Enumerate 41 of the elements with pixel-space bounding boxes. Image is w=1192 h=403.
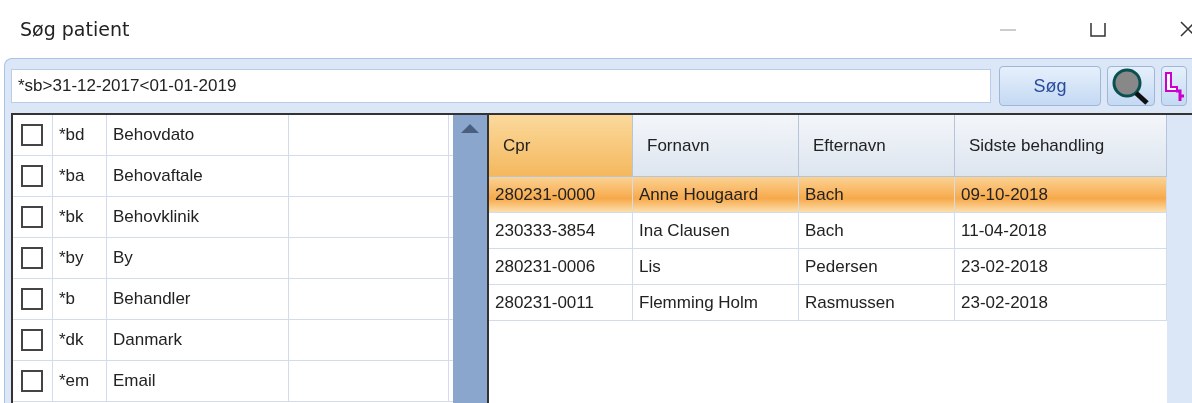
window-title: Søg patient: [20, 18, 131, 40]
table-row[interactable]: 280231-0006 Lis Pedersen 23-02-2018: [489, 249, 1167, 285]
field-code: *em: [53, 361, 107, 401]
column-header[interactable]: Efternavn: [799, 115, 955, 177]
checkbox[interactable]: [21, 124, 43, 146]
field-code: *by: [53, 238, 107, 278]
field-name: Behovklinik: [107, 197, 289, 237]
field-name: Behovaftale: [107, 156, 289, 196]
checkbox[interactable]: [21, 206, 43, 228]
search-button[interactable]: Søg: [999, 66, 1101, 106]
table-row[interactable]: 280231-0000 Anne Hougaard Bach 09-10-2018: [489, 177, 1167, 213]
column-header[interactable]: Fornavn: [633, 115, 799, 177]
checkbox[interactable]: [21, 288, 43, 310]
checkbox[interactable]: [21, 165, 43, 187]
field-code: *dk: [53, 320, 107, 360]
table-cell: 23-02-2018: [955, 285, 1167, 321]
add-letter-button[interactable]: [1161, 66, 1187, 106]
close-icon[interactable]: [1178, 19, 1192, 39]
field-code: *bk: [53, 197, 107, 237]
field-name: Behandler: [107, 279, 289, 319]
table-cell: Flemming Holm: [633, 285, 799, 321]
search-field[interactable]: *sb>31-12-2017<01-01-2019: [11, 69, 991, 103]
scroll-up-icon[interactable]: [460, 123, 480, 133]
table-row[interactable]: 230333-3854 Ina Clausen Bach 11-04-2018: [489, 213, 1167, 249]
checkbox[interactable]: [21, 329, 43, 351]
field-code: *bd: [53, 115, 107, 155]
table-cell: Rasmussen: [799, 285, 955, 321]
table-cell: 280231-0011: [489, 285, 633, 321]
table-row[interactable]: 280231-0011 Flemming Holm Rasmussen 23-02-2018: [489, 285, 1167, 321]
field-code: *ba: [53, 156, 107, 196]
field-name: Behovdato: [107, 115, 289, 155]
column-header[interactable]: Sidste behandling: [955, 115, 1167, 177]
column-header[interactable]: Cpr: [489, 115, 633, 177]
field-name: Email: [107, 361, 289, 401]
field-name: Danmark: [107, 320, 289, 360]
scrollbar[interactable]: [453, 115, 489, 403]
checkbox[interactable]: [21, 247, 43, 269]
field-name: By: [107, 238, 289, 278]
checkbox[interactable]: [21, 370, 43, 392]
magnifier-button[interactable]: [1107, 66, 1155, 106]
field-code: *b: [53, 279, 107, 319]
